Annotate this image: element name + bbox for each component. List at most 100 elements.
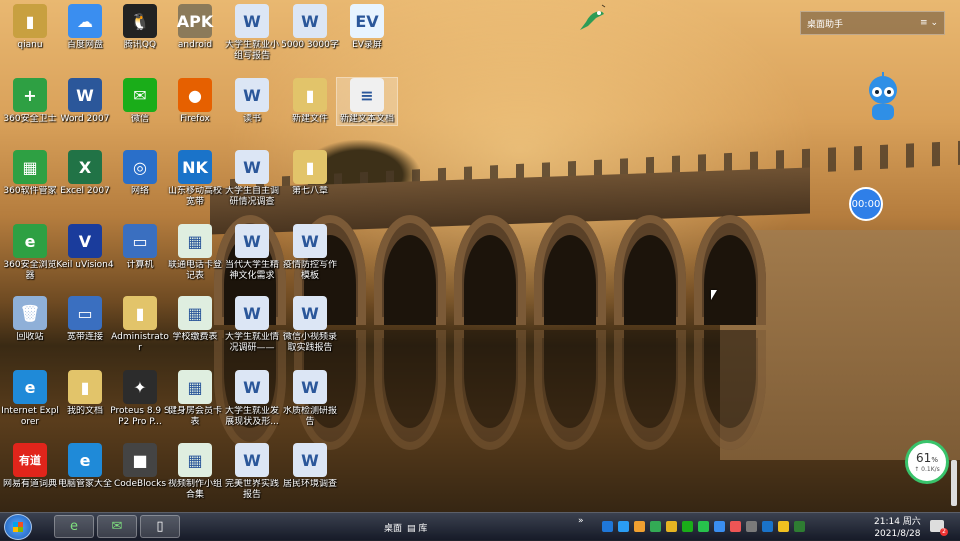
app-icon: 🗑: [13, 296, 47, 330]
desktop-icon[interactable]: EV EV录屏: [337, 4, 397, 51]
desktop-icon[interactable]: 🐧 腾讯QQ: [110, 4, 170, 51]
taskbar: e ✉ ▯ 桌面 ▤ 库 » 21:14 周六 2021/8/28: [0, 512, 960, 541]
tray-icon[interactable]: [650, 521, 661, 532]
desktop-icon[interactable]: e 360安全浏览器: [0, 224, 60, 282]
tray-icon[interactable]: [794, 521, 805, 532]
taskbar-clock[interactable]: 21:14 周六 2021/8/28: [874, 516, 921, 540]
toolbar-desktop-label[interactable]: 桌面: [384, 521, 402, 534]
start-button[interactable]: [4, 514, 32, 540]
desktop-icon[interactable]: ▦ 360软件管家: [0, 150, 60, 197]
desktop-icon[interactable]: ▦ 学校缴费表: [165, 296, 225, 343]
desktop-icon[interactable]: APK android: [165, 4, 225, 51]
desktop-icon[interactable]: ✦ Proteus 8.9 SP2 Pro P...: [110, 370, 170, 428]
desktop-icon[interactable]: ■ CodeBlocks: [110, 443, 170, 490]
desktop-icon[interactable]: ◎ 网络: [110, 150, 170, 197]
desktop-icon-label: 360软件管家: [3, 186, 57, 196]
desktop-icon[interactable]: ▦ 联通电话卡登记表: [165, 224, 225, 282]
network-meter-widget[interactable]: 61% ↑ 0.1K/s: [905, 440, 949, 484]
desktop-icon[interactable]: W 居民环境调查: [280, 443, 340, 490]
app-icon: ✉: [123, 78, 157, 112]
desktop-icon[interactable]: ▮ 新建文件: [280, 78, 340, 125]
mascot-robot-icon[interactable]: [864, 72, 902, 126]
desktop-icon-label: 完美世界实践报告: [224, 479, 279, 500]
desktop-assistant-bar[interactable]: 桌面助手 ≡ ⌄: [800, 11, 945, 35]
action-center-icon[interactable]: [930, 520, 948, 536]
desktop-icon[interactable]: ≡ 新建文本文档: [336, 77, 398, 126]
kingfisher-widget-icon[interactable]: [572, 4, 608, 34]
desktop-icon[interactable]: ▮ 我的文档: [55, 370, 115, 417]
toolbar-expand-chevron-icon[interactable]: »: [578, 516, 584, 526]
tray-icon[interactable]: [634, 521, 645, 532]
desktop-icon[interactable]: ▦ 视频制作小组合集: [165, 443, 225, 501]
desktop-icon[interactable]: ▭ 宽带连接: [55, 296, 115, 343]
desktop-icon-label: 大学生就业情况调研——: [224, 332, 279, 353]
desktop-icon[interactable]: 🗑 回收站: [0, 296, 60, 343]
desktop-icon[interactable]: ▭ 计算机: [110, 224, 170, 271]
desktop-icon-label: 新建文件: [291, 114, 328, 124]
desktop-icon-label: 网易有道词典: [2, 479, 57, 489]
app-icon: e: [68, 443, 102, 477]
desktop-icon[interactable]: W 当代大学生精神文化需求: [222, 224, 282, 282]
desktop-icon-label: 大学生就业小组写报告: [224, 40, 279, 61]
desktop-icon-label: 山东移动高校宽带: [167, 186, 222, 207]
tray-icon[interactable]: [698, 521, 709, 532]
desktop-icon[interactable]: W 大学生就业发展现状及形...: [222, 370, 282, 428]
desktop-icon[interactable]: +360安全卫士: [0, 78, 60, 125]
tray-icon[interactable]: [602, 521, 613, 532]
screen-recorder-timer[interactable]: 00:00: [849, 187, 883, 221]
app-icon: ▭: [123, 224, 157, 258]
desktop-icon[interactable]: e Internet Explorer: [0, 370, 60, 428]
desktop-icon-label: 电脑管家大全: [57, 479, 112, 489]
app-icon: W: [235, 224, 269, 258]
desktop-icon[interactable]: ▮ 第七八章: [280, 150, 340, 197]
tray-icon[interactable]: [618, 521, 629, 532]
app-icon: ≡: [350, 78, 384, 112]
app-icon: ▮: [68, 370, 102, 404]
desktop-icon-label: 大学生自主调研情况调查: [224, 186, 279, 207]
desktop-icon[interactable]: ☁ 百度网盘: [55, 4, 115, 51]
tray-icon[interactable]: [666, 521, 677, 532]
desktop-icon[interactable]: ▮ Administrator: [110, 296, 170, 354]
desktop-icon[interactable]: W 大学生就业小组写报告: [222, 4, 282, 62]
tray-icon[interactable]: [778, 521, 789, 532]
app-icon: W: [235, 443, 269, 477]
meter-side-bar[interactable]: [951, 460, 957, 506]
desktop-icon[interactable]: X Excel 2007: [55, 150, 115, 197]
desktop-icon[interactable]: ▦ 健身房会员卡表: [165, 370, 225, 428]
desktop-icon[interactable]: W 微信小视频录取实践报告: [280, 296, 340, 354]
desktop-icon[interactable]: W 大学生自主调研情况调查: [222, 150, 282, 208]
tray-icon[interactable]: [746, 521, 757, 532]
library-toolbar[interactable]: ▤ 库: [407, 521, 427, 534]
desktop-icon-label: 腾讯QQ: [123, 40, 157, 50]
desktop-icon[interactable]: W 读书: [222, 78, 282, 125]
desktop-icon[interactable]: 有道 网易有道词典: [0, 443, 60, 490]
tray-icon[interactable]: [730, 521, 741, 532]
desktop-icon[interactable]: W 5000 3000字: [280, 4, 340, 51]
desktop-icon[interactable]: ✉ 微信: [110, 78, 170, 125]
desktop-icon-label: 第七八章: [291, 186, 328, 196]
desktop-icon[interactable]: NK 山东移动高校宽带: [165, 150, 225, 208]
desktop-icon[interactable]: ● Firefox: [165, 78, 225, 125]
desktop-icon[interactable]: W 疫情防控写作模板: [280, 224, 340, 282]
tray-icon[interactable]: [714, 521, 725, 532]
desktop-icon-label: 读书: [242, 114, 261, 124]
desktop-icon[interactable]: W Word 2007: [55, 78, 115, 125]
desktop-icon[interactable]: W 完美世界实践报告: [222, 443, 282, 501]
taskbar-360-browser-button[interactable]: e: [54, 515, 94, 538]
taskbar-phone-app-button[interactable]: ▯: [140, 515, 180, 538]
desktop-icon[interactable]: W 水质检测研报告: [280, 370, 340, 428]
taskbar-wechat-button[interactable]: ✉: [97, 515, 137, 538]
chevron-down-icon[interactable]: ⌄: [930, 18, 938, 28]
desktop-icon-label: 网络: [130, 186, 149, 196]
app-icon: e: [13, 224, 47, 258]
desktop-icon[interactable]: W 大学生就业情况调研——: [222, 296, 282, 354]
desktop-icon-label: EV录屏: [352, 40, 382, 50]
app-icon: W: [235, 150, 269, 184]
desktop-icon[interactable]: e 电脑管家大全: [55, 443, 115, 490]
tray-icon[interactable]: [682, 521, 693, 532]
desktop-icon[interactable]: ▮ qianu: [0, 4, 60, 51]
tray-icon[interactable]: [762, 521, 773, 532]
app-icon: ●: [178, 78, 212, 112]
desktop-icon[interactable]: V Keil uVision4: [55, 224, 115, 271]
menu-icon[interactable]: ≡: [920, 18, 928, 28]
